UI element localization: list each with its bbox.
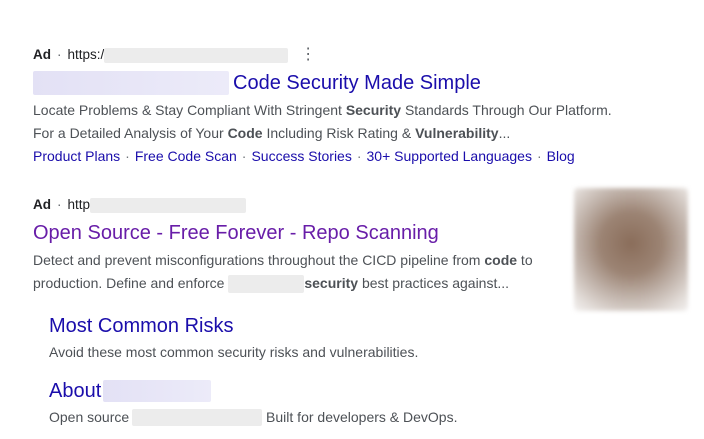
- sitelink-description: Avoid these most common security risks a…: [49, 344, 419, 360]
- ad-label: Ad: [33, 47, 51, 62]
- sitelink-title[interactable]: About: [49, 378, 457, 404]
- sitelink-supported-languages[interactable]: 30+ Supported Languages: [367, 148, 532, 164]
- ad-url[interactable]: https:/: [68, 45, 105, 65]
- redacted-url: [104, 47, 289, 63]
- sitelink-description: Open source Built for developers & DevOp…: [49, 408, 458, 426]
- ad-description: Detect and prevent misconfigurations thr…: [33, 249, 573, 295]
- sitelinks: Product Plans · Free Code Scan · Success Sto…: [33, 148, 575, 164]
- meta-separator: ·: [57, 47, 62, 62]
- ad-meta: Ad · https:/ ⋮: [33, 45, 673, 65]
- ad-url[interactable]: http: [68, 195, 91, 215]
- desc-line-1: Detect and prevent misconfigurations thr…: [33, 252, 533, 268]
- ad-description: Locate Problems & Stay Compliant With St…: [33, 99, 673, 145]
- more-options-icon[interactable]: ⋮: [300, 47, 316, 63]
- sitelink-success-stories[interactable]: Success Stories: [251, 148, 351, 164]
- sitelink-result-1: Most Common Risks Avoid these most commo…: [49, 313, 418, 362]
- ad-title-link[interactable]: Open Source - Free Forever - Repo Scanni…: [33, 220, 573, 246]
- ad-thumbnail-image[interactable]: [574, 188, 688, 311]
- sitelink-result-2: About Open source Built for developers &…: [49, 378, 457, 427]
- redacted-brand: [132, 408, 263, 426]
- sitelink-blog[interactable]: Blog: [547, 148, 575, 164]
- redacted-url: [90, 197, 247, 213]
- ad-title-link[interactable]: Code Security Made Simple: [33, 70, 673, 96]
- ad-label: Ad: [33, 197, 51, 212]
- redacted-brand: [228, 274, 305, 293]
- ad-result-1: Ad · https:/ ⋮ Code Security Made Simple…: [33, 45, 673, 166]
- ad-result-2: Ad · http Open Source - Free Forever - R…: [33, 195, 573, 295]
- meta-separator: ·: [57, 197, 62, 212]
- redacted-brand: [103, 380, 212, 402]
- redacted-brand: [33, 71, 229, 95]
- sitelink-title[interactable]: Most Common Risks: [49, 313, 418, 339]
- ad-title[interactable]: Code Security Made Simple: [233, 70, 481, 96]
- sitelink-product-plans[interactable]: Product Plans: [33, 148, 120, 164]
- desc-line-2: For a Detailed Analysis of Your Code Inc…: [33, 125, 511, 141]
- desc-line-1: Locate Problems & Stay Compliant With St…: [33, 102, 612, 118]
- desc-line-2: production. Define and enforce security …: [33, 274, 510, 293]
- ad-title[interactable]: Open Source - Free Forever - Repo Scanni…: [33, 220, 439, 246]
- ad-meta: Ad · http: [33, 195, 573, 215]
- sitelink-free-code-scan[interactable]: Free Code Scan: [135, 148, 237, 164]
